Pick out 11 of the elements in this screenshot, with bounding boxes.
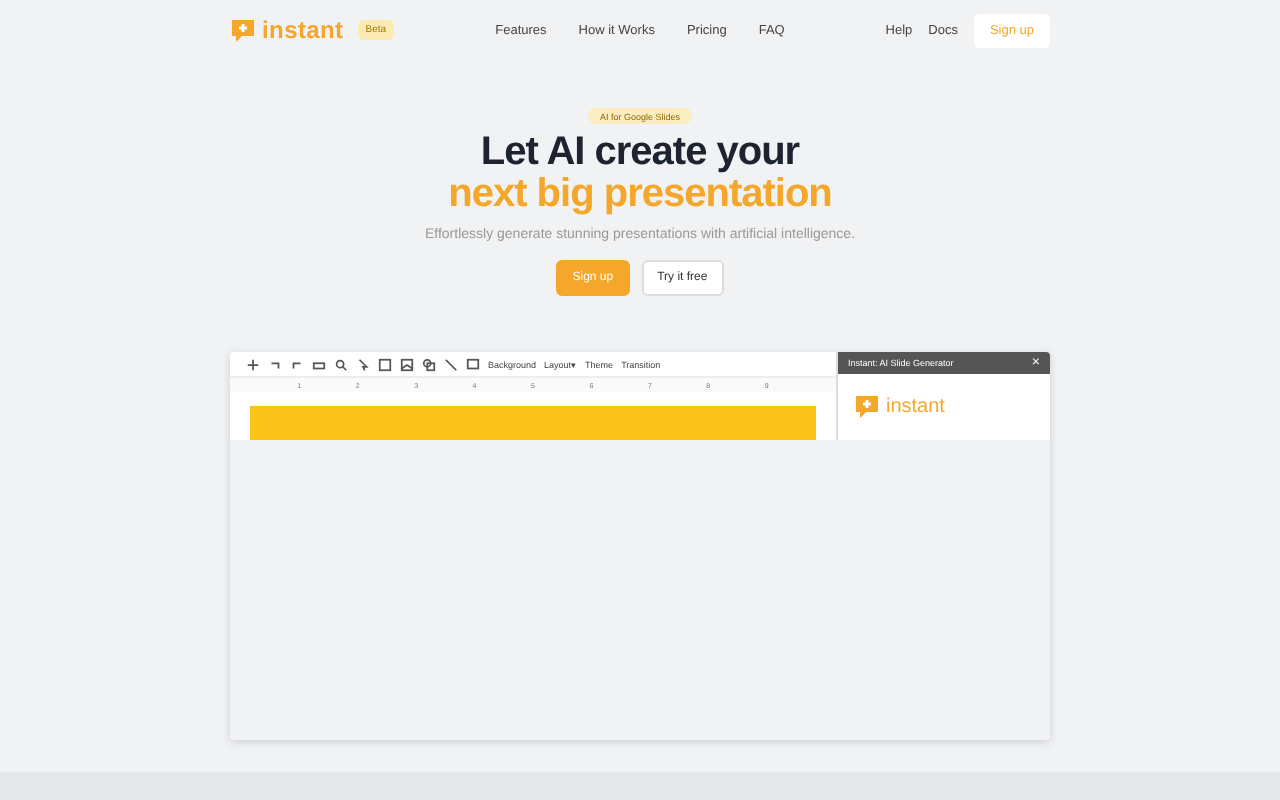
hero-title: Let AI create your (480, 130, 800, 174)
brand-name: instant (886, 396, 945, 418)
line-icon[interactable] (444, 357, 458, 371)
logo-icon (854, 394, 880, 420)
plus-icon[interactable] (246, 357, 260, 371)
shape-icon[interactable] (422, 357, 436, 371)
logo-icon (230, 17, 256, 43)
text-box-icon[interactable] (378, 357, 392, 371)
hero-title-highlight: next big presentation (448, 174, 832, 216)
image-icon[interactable] (400, 357, 414, 371)
zoom-icon[interactable] (334, 357, 348, 371)
